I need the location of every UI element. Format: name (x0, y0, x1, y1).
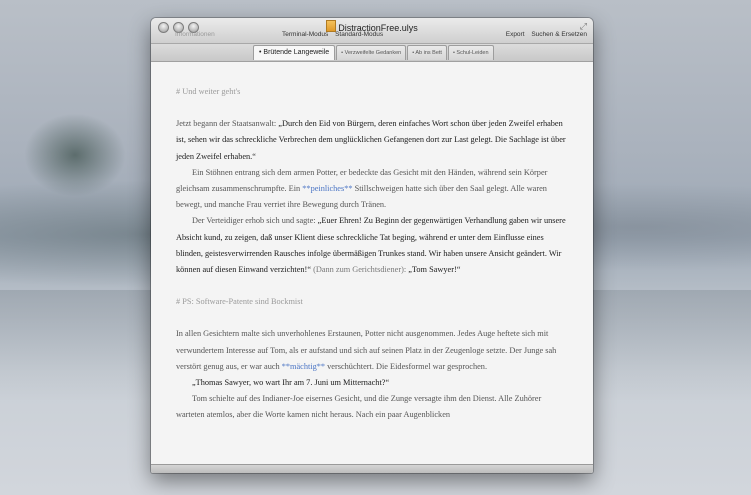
tab-ab-ins-bett[interactable]: • Ab ins Bett (407, 45, 447, 60)
tab-bar: • Brütende Langeweile • Verzweifelte Ged… (151, 43, 593, 62)
paragraph: Tom schielte auf des Indianer-Joe eisern… (176, 394, 542, 420)
search-replace-button[interactable]: Suchen & Ersetzen (531, 31, 587, 38)
background-trees (20, 110, 130, 200)
paragraph: Ein Stöhnen entrang sich dem armen Potte… (176, 167, 548, 210)
paragraph: In allen Gesichtern malte sich unverhohl… (176, 329, 557, 371)
bold-markup: **peinliches** (302, 184, 353, 194)
status-bar (151, 464, 593, 473)
title-bar: DistractionFree.ulys ⤢ Informationen Ter… (151, 18, 593, 43)
info-button[interactable]: Informationen (175, 31, 215, 38)
app-window: DistractionFree.ulys ⤢ Informationen Ter… (151, 18, 593, 473)
paragraph: Der Verteidiger erhob sich und sagte: „E… (176, 216, 566, 275)
toolbar-actions: Export Suchen & Ersetzen (501, 31, 587, 38)
section-heading: # PS: Software-Patente sind Bockmist (176, 297, 303, 307)
bold-markup: **mächtig** (281, 361, 326, 371)
paragraph: „Thomas Sawyer, wo wart Ihr am 7. Juni u… (192, 378, 390, 388)
tab-schul-leiden[interactable]: • Schul-Leiden (447, 45, 494, 60)
mode-buttons: Terminal-Modus Standard-Modus (282, 31, 388, 38)
section-heading: # Und weiter geht's (176, 87, 241, 96)
editor-text-area[interactable]: # Und weiter geht's Jetzt begann der Sta… (151, 62, 593, 465)
tab-bruetende-langeweile[interactable]: • Brütende Langeweile (253, 45, 336, 60)
terminal-mode-button[interactable]: Terminal-Modus (282, 31, 328, 38)
export-button[interactable]: Export (506, 31, 525, 38)
paragraph: Jetzt begann der Staatsanwalt: „Durch de… (176, 119, 566, 161)
standard-mode-button[interactable]: Standard-Modus (335, 31, 383, 38)
tab-verzweifelte-gedanken[interactable]: • Verzweifelte Gedanken (336, 45, 407, 60)
